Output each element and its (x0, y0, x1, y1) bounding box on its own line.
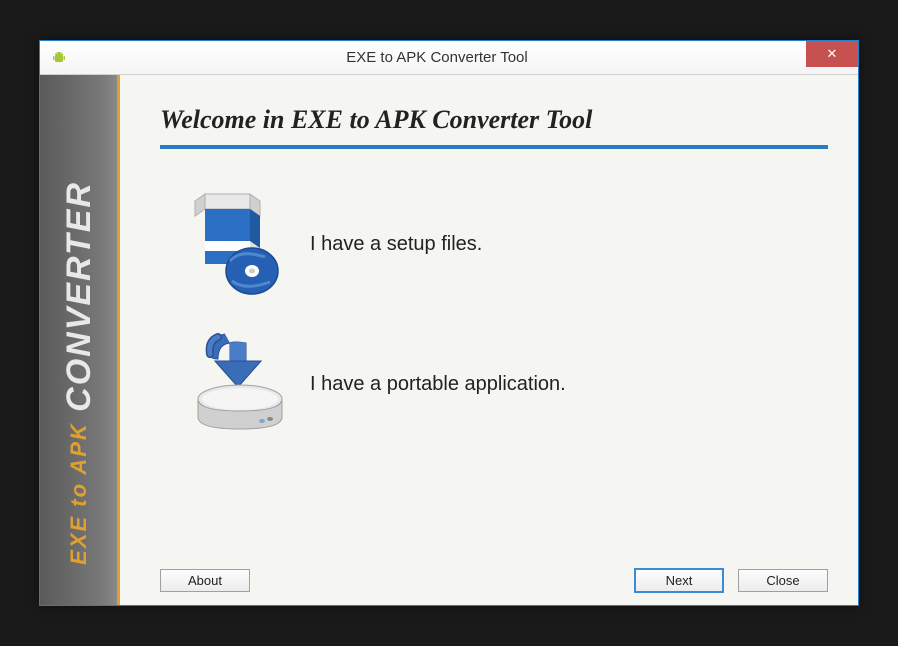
button-bar: About Next Close (160, 556, 828, 593)
option-setup-files[interactable]: I have a setup files. (190, 189, 828, 299)
option-setup-label: I have a setup files. (310, 233, 482, 256)
setup-box-disc-icon (190, 189, 290, 299)
download-drive-icon (190, 329, 290, 439)
main-content: Welcome in EXE to APK Converter Tool (120, 75, 858, 605)
sidebar: EXE to APK CONVERTER (40, 75, 120, 605)
window-body: EXE to APK CONVERTER Welcome in EXE to A… (40, 75, 858, 605)
app-window: EXE to APK Converter Tool ✕ EXE to APK C… (39, 40, 859, 606)
next-button[interactable]: Next (634, 568, 724, 593)
outer-frame: EXE to APK Converter Tool ✕ EXE to APK C… (0, 0, 898, 646)
page-title: Welcome in EXE to APK Converter Tool (160, 105, 828, 149)
option-portable-app[interactable]: I have a portable application. (190, 329, 828, 439)
android-icon (50, 49, 68, 67)
sidebar-line1: EXE to APK (66, 422, 91, 565)
sidebar-line2: CONVERTER (60, 181, 98, 412)
close-icon: ✕ (827, 46, 838, 62)
sidebar-brand: EXE to APK CONVERTER (62, 181, 96, 565)
about-button[interactable]: About (160, 569, 250, 592)
window-close-button[interactable]: ✕ (806, 41, 858, 67)
option-portable-label: I have a portable application. (310, 373, 566, 396)
close-button[interactable]: Close (738, 569, 828, 592)
titlebar[interactable]: EXE to APK Converter Tool ✕ (40, 41, 858, 75)
window-title: EXE to APK Converter Tool (76, 49, 858, 66)
